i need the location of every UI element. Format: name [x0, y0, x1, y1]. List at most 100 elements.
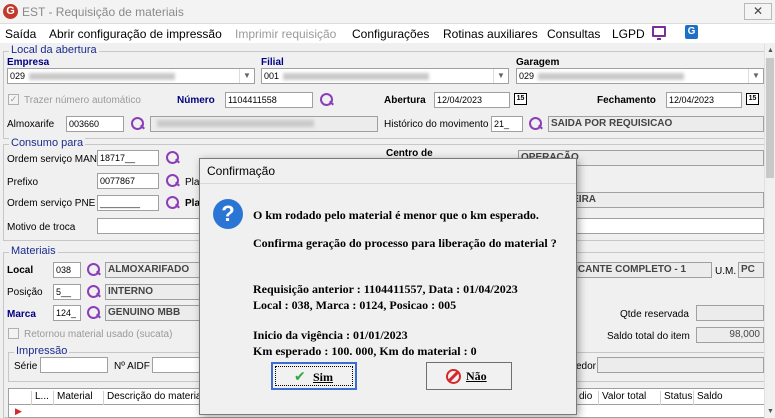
abertura-date-input[interactable]: 12/04/2023	[434, 92, 510, 108]
chevron-down-icon: ▼	[493, 69, 508, 83]
local-abertura-label: Local da abertura	[9, 44, 99, 56]
calendar-icon[interactable]: 15	[514, 93, 527, 105]
um-label: U.M.	[715, 266, 737, 277]
pla-label: Pla	[185, 177, 200, 188]
almoxarife-input[interactable]: 003660	[66, 116, 124, 132]
dialog-line-1: O km rodado pelo material é menor que o …	[253, 208, 539, 222]
local-desc: ALMOXARIFADO	[105, 262, 203, 278]
search-icon[interactable]	[87, 306, 101, 320]
col-saldo[interactable]: Saldo	[693, 391, 723, 405]
close-button[interactable]: ✕	[744, 3, 772, 20]
col-medio[interactable]: dio	[575, 391, 592, 405]
fechamento-date-input[interactable]: 12/04/2023	[666, 92, 742, 108]
menu-saida[interactable]: Saída	[5, 27, 36, 41]
qtde-reservada-label: Qtde reservada	[620, 309, 689, 320]
menu-consultas[interactable]: Consultas	[547, 27, 600, 41]
consumo-label: Consumo para	[9, 137, 86, 149]
search-icon[interactable]	[166, 174, 180, 188]
scroll-thumb[interactable]	[766, 58, 774, 178]
aidf-input[interactable]	[152, 357, 202, 373]
saldo-total-label: Saldo total do item	[607, 331, 690, 342]
monitor-icon[interactable]	[652, 26, 666, 40]
yes-button[interactable]: ✔ Sim	[271, 362, 357, 390]
search-icon[interactable]	[87, 285, 101, 299]
title-bar: G EST - Requisição de materiais ✕	[0, 0, 775, 24]
dialog-line-5: Inicio da vigência : 01/01/2023	[253, 328, 408, 342]
menu-rotinas-auxiliares[interactable]: Rotinas auxiliares	[443, 27, 538, 41]
menu-configuracoes[interactable]: Configurações	[352, 27, 429, 41]
posicao-desc: INTERNO	[105, 284, 203, 300]
window-title: EST - Requisição de materiais	[22, 5, 184, 19]
dialog-title: Confirmação	[200, 159, 576, 184]
calendar-icon[interactable]: 15	[746, 93, 759, 105]
dialog-body: ? O km rodado pelo material é menor que …	[200, 184, 576, 414]
forbidden-icon	[446, 369, 461, 384]
materiais-label: Materiais	[9, 245, 58, 257]
prefixo-label: Prefixo	[7, 177, 39, 188]
app-logo-icon: G	[3, 4, 18, 19]
col-status[interactable]: Status	[660, 391, 692, 405]
filial-select[interactable]: 001 ▼	[261, 68, 509, 84]
menu-lgpd[interactable]: LGPD	[612, 27, 645, 41]
um-value: PC	[738, 262, 764, 278]
marca-label: Marca	[7, 309, 36, 320]
retornou-sucata-checkbox[interactable]	[8, 328, 19, 339]
app-shortcut-icon[interactable]: G	[685, 25, 698, 39]
search-icon[interactable]	[166, 151, 180, 165]
historico-code-input[interactable]: 21_	[491, 116, 523, 132]
trazer-numero-label: Trazer número automático	[24, 95, 141, 106]
posicao-label: Posição	[7, 287, 43, 298]
qtde-reservada-value	[696, 305, 764, 321]
serie-input[interactable]	[40, 357, 108, 373]
search-icon[interactable]	[87, 263, 101, 277]
row-pointer-icon: ▶	[15, 406, 22, 416]
menu-abrir-config-impressao[interactable]: Abrir configuração de impressão	[49, 27, 222, 41]
os-man-input[interactable]: 18717__	[97, 150, 159, 166]
question-icon: ?	[213, 199, 243, 229]
numero-input[interactable]: 1104411558	[225, 92, 313, 108]
search-icon[interactable]	[166, 196, 180, 210]
search-icon[interactable]	[529, 117, 543, 131]
col-material[interactable]: Material	[53, 391, 93, 405]
os-pne-input[interactable]: ________	[97, 195, 159, 211]
marca-input[interactable]: 124_	[53, 305, 81, 321]
scroll-up-icon[interactable]: ▲	[767, 47, 774, 54]
retornou-sucata-label: Retornou material usado (sucata)	[24, 329, 173, 340]
garagem-label: Garagem	[516, 57, 560, 68]
fornecedor-label: edor	[576, 361, 597, 372]
marca-desc: GENUINO MBB	[105, 305, 203, 321]
prefixo-input[interactable]: 0077867	[97, 173, 159, 189]
search-icon[interactable]	[320, 93, 334, 107]
empresa-select[interactable]: 029 ▼	[7, 68, 255, 84]
abertura-label: Abertura	[384, 95, 426, 106]
dialog-line-3: Requisição anterior : 1104411557, Data :…	[253, 282, 518, 296]
os-pne-label: Ordem serviço PNE	[7, 198, 96, 209]
menu-imprimir-requisicao[interactable]: Imprimir requisição	[235, 27, 336, 41]
col-valor-total[interactable]: Valor total	[598, 391, 646, 405]
fornecedor-desc	[597, 357, 764, 373]
impressao-label: Impressão	[14, 345, 70, 357]
numero-label: Número	[177, 95, 215, 106]
vertical-scrollbar[interactable]: ▲ ▼	[764, 44, 775, 418]
dialog-line-6: Km esperado : 100. 000, Km do material :…	[253, 344, 477, 358]
historico-desc: SAIDA POR REQUISICAO	[548, 116, 764, 132]
pla-label-2: Pla	[185, 198, 201, 209]
no-button[interactable]: Não	[426, 362, 512, 390]
local-input[interactable]: 038	[53, 262, 81, 278]
check-icon: ✔	[294, 369, 306, 385]
col-descricao[interactable]: Descrição do material	[103, 391, 204, 405]
almoxarife-name	[150, 116, 378, 132]
dialog-line-2: Confirma geração do processo para libera…	[253, 236, 557, 250]
chevron-down-icon: ▼	[239, 69, 254, 83]
col-l[interactable]: L...	[31, 391, 49, 405]
trazer-numero-checkbox[interactable]: ✓	[8, 94, 19, 105]
garagem-select[interactable]: 029 ▼	[516, 68, 764, 84]
posicao-input[interactable]: 5__	[53, 284, 81, 300]
filial-label: Filial	[261, 57, 284, 68]
search-icon[interactable]	[131, 117, 145, 131]
empresa-label: Empresa	[7, 57, 50, 68]
historico-label: Histórico do movimento	[384, 119, 489, 130]
almoxarife-label: Almoxarife	[7, 119, 55, 130]
scroll-down-icon[interactable]: ▼	[767, 408, 774, 415]
dialog-line-4: Local : 038, Marca : 0124, Posicao : 005	[253, 298, 457, 312]
